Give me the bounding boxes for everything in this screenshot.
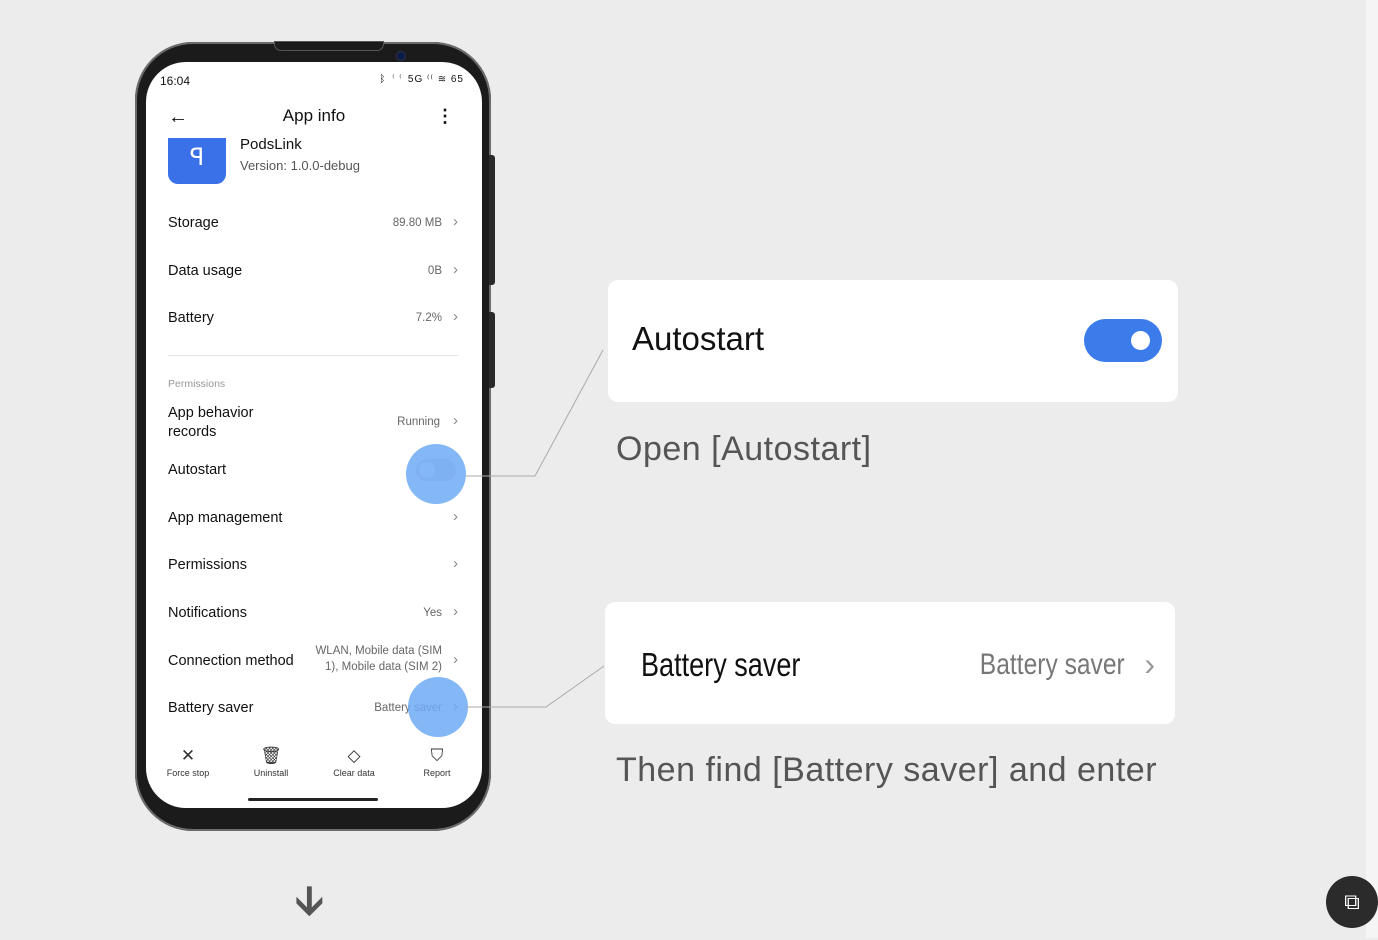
chevron-right-icon: › [1144,646,1155,682]
arrow-down-icon: 🡫 [295,879,324,923]
battery-saver-callout-card[interactable]: Battery saver Battery saver › [605,602,1175,724]
autostart-callout-label: Autostart [632,320,765,357]
battery-saver-caption: Then find [Battery saver] and enter [616,751,1158,789]
battery-saver-callout-value: Battery saver [980,648,1125,681]
scan-text-icon[interactable]: ⧉ [1326,876,1378,928]
autostart-callout-toggle[interactable] [1084,319,1162,362]
autostart-callout-card: Autostart [608,280,1178,402]
toggle-knob [1131,331,1150,350]
callout-connectors [466,349,605,708]
connector-line-battery-saver [466,665,605,708]
battery-saver-callout-label: Battery saver [641,646,801,683]
autostart-caption: Open [Autostart] [616,430,872,468]
connector-line-autostart [466,349,604,477]
